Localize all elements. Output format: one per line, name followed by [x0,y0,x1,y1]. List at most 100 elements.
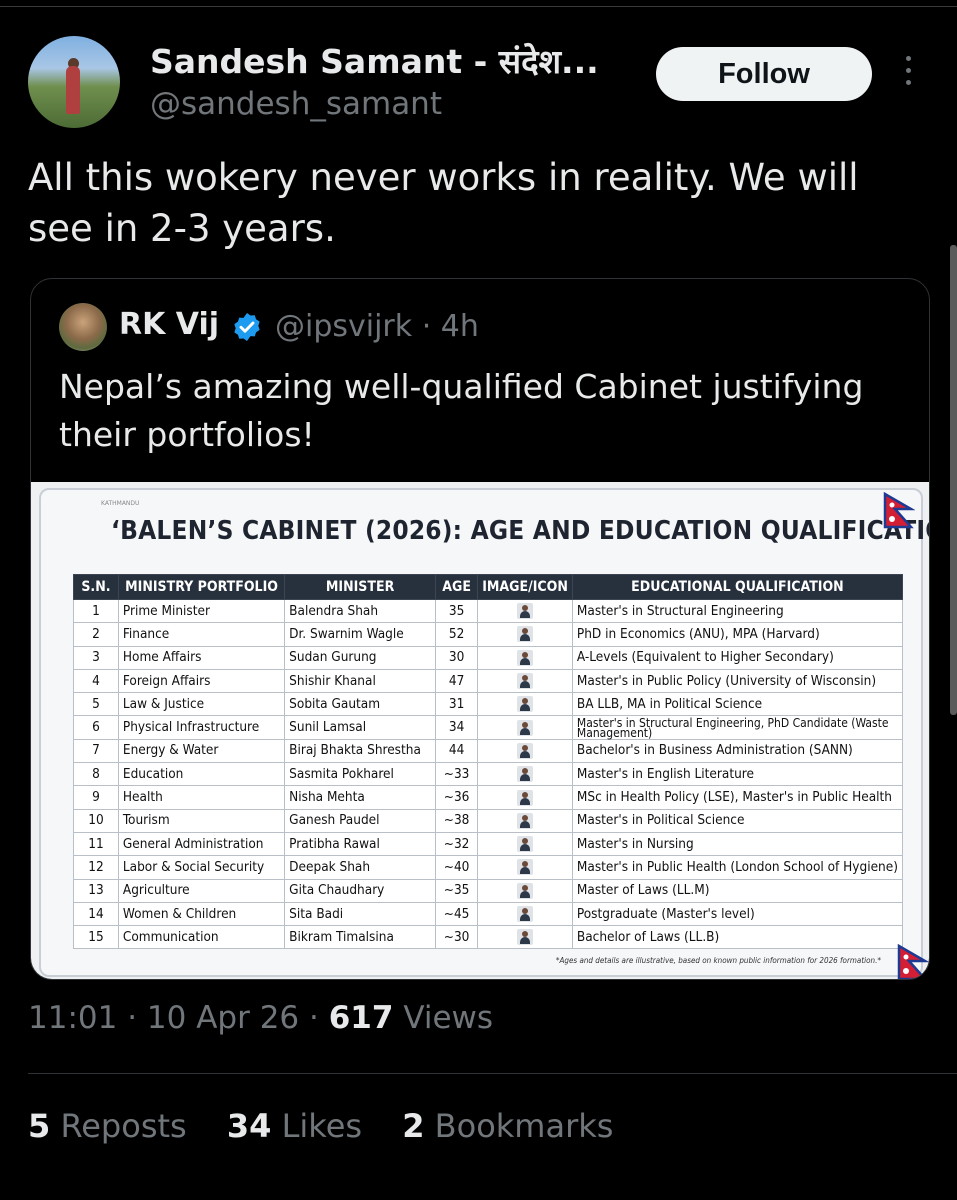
engagement-stats: 5 Reposts 34 Likes 2 Bookmarks [28,1107,643,1145]
table-row: 9 Health Nisha Mehta ~36 MSc in Health Polic… [73,785,904,810]
cell-sn: 14 [73,901,119,927]
header-sn: S.N. [73,574,119,600]
more-icon[interactable] [902,56,914,92]
person-icon [517,649,534,666]
cell-minister: Sudan Gurung [284,645,436,670]
cell-age: ~40 [434,855,479,880]
bookmarks-label: Bookmarks [434,1107,614,1145]
person-icon [517,626,534,643]
table-row: 8 Education Sasmita Pokharel ~33 Master's in… [73,762,904,787]
cell-image [477,808,573,833]
cabinet-infographic[interactable]: KATHMANDU ‘BALEN’S CABINET (2026): AGE A… [31,482,929,979]
quote-author-handle: @ipsvijrk · 4h [275,309,479,344]
cell-image [477,878,573,903]
reposts-stat[interactable]: 5 Reposts [28,1107,187,1145]
map-label: KATHMANDU [101,500,140,507]
cell-age: 52 [434,622,479,647]
cell-portfolio: Agriculture [117,878,286,903]
cell-portfolio: Law & Justice [117,692,286,717]
quote-handle-text[interactable]: @ipsvijrk [275,309,412,344]
person-icon [517,696,534,713]
cell-education: Master's in English Literature [571,762,904,787]
cell-age: 47 [434,668,479,694]
infographic-title: ‘BALEN’S CABINET (2026): AGE AND EDUCATI… [111,516,929,546]
cell-image [477,925,573,950]
cell-sn: 15 [73,925,119,950]
cell-sn: 8 [73,762,119,787]
cell-portfolio: Labor & Social Security [117,855,286,880]
person-icon [517,836,534,853]
cabinet-table: S.N. MINISTRY PORTFOLIO MINISTER AGE IMA… [73,574,904,950]
cell-minister: Balendra Shah [284,598,436,624]
cell-sn: 11 [73,831,119,857]
cell-age: 34 [434,715,479,740]
quoted-tweet[interactable]: RK Vij @ipsvijrk · 4h Nepal’s amazing we… [30,278,930,980]
quote-avatar[interactable] [59,303,107,351]
cell-education: Bachelor's in Business Administration (S… [571,738,904,764]
cell-education: BA LLB, MA in Political Science [571,692,904,717]
cell-image [477,645,573,670]
cell-sn: 12 [73,855,119,880]
cell-age: ~45 [434,901,479,927]
cell-portfolio: Physical Infrastructure [117,715,286,740]
table-row: 6 Physical Infrastructure Sunil Lamsal 34 Ma… [73,715,904,740]
cell-portfolio: Health [117,785,286,810]
cell-portfolio: Finance [117,622,286,647]
tweet-timestamp[interactable]: 11:01 · 10 Apr 26 · 617 Views [28,1000,493,1036]
cell-minister: Sasmita Pokharel [284,762,436,787]
table-row: 3 Home Affairs Sudan Gurung 30 A-Levels (Equ… [73,645,904,670]
cell-minister: Biraj Bhakta Shrestha [284,738,436,764]
cell-image [477,762,573,787]
person-icon [517,742,534,759]
cell-sn: 4 [73,668,119,694]
quote-author-name[interactable]: RK Vij [119,307,219,342]
cell-education: Master's in Public Policy (University of… [571,668,904,694]
dot-separator: · [421,309,441,344]
cell-portfolio: Energy & Water [117,738,286,764]
infographic-footnote: *Ages and details are illustrative, base… [555,956,881,965]
cell-sn: 7 [73,738,119,764]
table-row: 13 Agriculture Gita Chaudhary ~35 Master of … [73,878,904,903]
table-row: 4 Foreign Affairs Shishir Khanal 47 Master's… [73,668,904,694]
cell-portfolio: Education [117,762,286,787]
cell-image [477,901,573,927]
cell-sn: 2 [73,622,119,647]
author-avatar[interactable] [28,36,120,128]
cell-education: Master's in Structural Engineering, PhD … [571,715,904,740]
header-education: EDUCATIONAL QUALIFICATION [571,574,904,600]
cell-education: Postgraduate (Master's level) [571,901,904,927]
person-icon [517,812,534,829]
header-portfolio: MINISTRY PORTFOLIO [117,574,286,600]
cell-education: Master's in Political Science [571,808,904,833]
person-icon [517,603,534,620]
cell-sn: 1 [73,598,119,624]
table-row: 11 General Administration Pratibha Rawal ~3… [73,831,904,857]
cell-sn: 3 [73,645,119,670]
cell-sn: 6 [73,715,119,740]
cell-age: ~36 [434,785,479,810]
cell-age: ~38 [434,808,479,833]
cell-age: ~32 [434,831,479,857]
cell-age: ~30 [434,925,479,950]
bookmarks-stat[interactable]: 2 Bookmarks [402,1107,613,1145]
table-row: 14 Women & Children Sita Badi ~45 Postgradua… [73,901,904,927]
quote-text: Nepal’s amazing well-qualified Cabinet j… [59,367,864,454]
cell-education: Master's in Public Health (London School… [571,855,904,880]
likes-label: Likes [281,1107,363,1145]
scrollbar[interactable] [950,245,957,715]
follow-button[interactable]: Follow [656,47,872,101]
cell-image [477,598,573,624]
author-name[interactable]: Sandesh Samant - संदेश... [150,38,599,83]
person-icon [517,859,534,876]
cell-age: ~33 [434,762,479,787]
table-row: 1 Prime Minister Balendra Shah 35 Master's i… [73,598,904,624]
cell-sn: 9 [73,785,119,810]
tweet-time: 11:01 [28,1000,118,1036]
cell-age: 30 [434,645,479,670]
author-handle[interactable]: @sandesh_samant [150,86,442,122]
header-image: IMAGE/ICON [477,574,573,600]
likes-stat[interactable]: 34 Likes [227,1107,362,1145]
views-count: 617 [328,1000,394,1036]
cell-minister: Sita Badi [284,901,436,927]
tweet-text: All this wokery never works in reality. … [28,156,859,250]
